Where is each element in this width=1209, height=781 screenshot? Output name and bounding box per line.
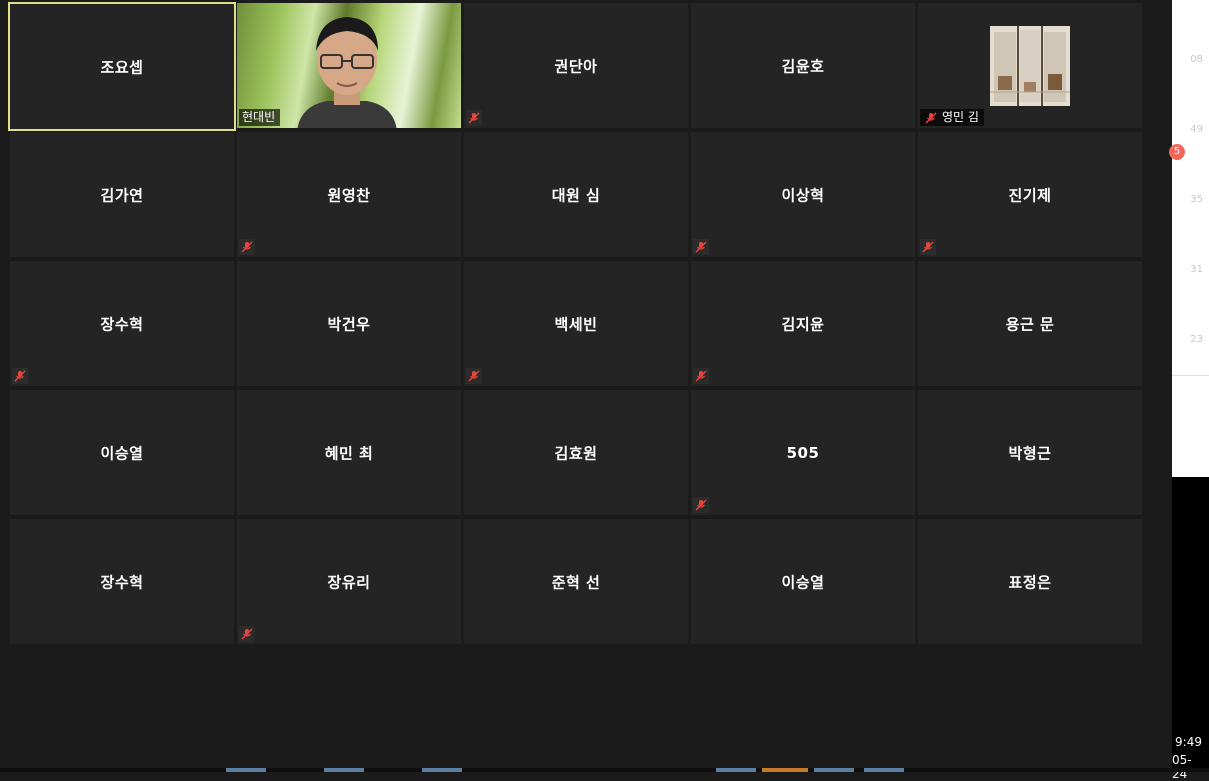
- participant-tile[interactable]: 백세빈: [464, 261, 688, 386]
- taskbar-item-active[interactable]: [762, 768, 808, 772]
- microphone-muted-icon: [12, 368, 28, 384]
- participant-name: 505: [786, 443, 820, 462]
- participant-tile[interactable]: 권단아: [464, 3, 688, 128]
- participant-tile[interactable]: 장유리: [237, 519, 461, 644]
- participant-name: 진기제: [1008, 186, 1052, 204]
- participant-tile[interactable]: 영민 김: [918, 3, 1142, 128]
- participant-tile-video[interactable]: 현대빈: [237, 3, 461, 128]
- participant-name: 영민 김: [942, 110, 979, 124]
- participant-tile[interactable]: 505: [691, 390, 915, 515]
- microphone-muted-icon: [693, 368, 709, 384]
- desktop-area: 9:49 05-24: [1172, 477, 1209, 781]
- microphone-muted-icon: [693, 497, 709, 513]
- participant-thumbnail: [990, 26, 1070, 106]
- participant-name: 장유리: [327, 573, 371, 591]
- timestamp: 08: [1190, 54, 1203, 65]
- participant-name: 준혁 선: [551, 573, 601, 591]
- participant-name: 권단아: [554, 57, 598, 75]
- participant-tile[interactable]: 장수혁: [10, 519, 234, 644]
- participant-name: 표정은: [1008, 573, 1052, 591]
- participant-name-label: 현대빈: [239, 109, 281, 126]
- participant-tile[interactable]: 원영찬: [237, 132, 461, 257]
- microphone-muted-icon: [239, 626, 255, 642]
- participant-tile[interactable]: 김지윤: [691, 261, 915, 386]
- participant-name: 원영찬: [327, 186, 371, 204]
- taskbar-item[interactable]: [814, 768, 854, 772]
- participant-name: 백세빈: [554, 315, 598, 333]
- microphone-muted-icon: [920, 239, 936, 255]
- taskbar-item[interactable]: [422, 768, 462, 772]
- participant-tile[interactable]: 용근 문: [918, 261, 1142, 386]
- taskbar-item[interactable]: [226, 768, 266, 772]
- participant-tile[interactable]: 김윤호: [691, 3, 915, 128]
- participant-name: 장수혁: [100, 315, 144, 333]
- taskbar-item[interactable]: [324, 768, 364, 772]
- participant-tile[interactable]: 박건우: [237, 261, 461, 386]
- participant-name: 용근 문: [1005, 315, 1055, 333]
- participant-name: 김윤호: [781, 57, 825, 75]
- participant-name: 대원 심: [551, 186, 601, 204]
- microphone-muted-icon: [693, 239, 709, 255]
- participant-name: 현대빈: [242, 110, 276, 124]
- participant-tile[interactable]: 김가연: [10, 132, 234, 257]
- timestamp: 23: [1190, 334, 1203, 345]
- taskbar-item[interactable]: [716, 768, 756, 772]
- participant-name: 박건우: [327, 315, 371, 333]
- participant-name: 김효원: [554, 444, 598, 462]
- background-window: 08 49 5 35 31 23: [1169, 0, 1209, 477]
- participant-name: 조요셉: [100, 58, 144, 76]
- timestamp: 31: [1190, 264, 1203, 275]
- participant-tile[interactable]: 이상혁: [691, 132, 915, 257]
- participant-name: 김가연: [100, 186, 144, 204]
- participant-tile[interactable]: 조요셉: [8, 2, 236, 131]
- participant-tile[interactable]: 준혁 선: [464, 519, 688, 644]
- taskbar: [0, 768, 1209, 772]
- participant-name: 이승열: [100, 444, 144, 462]
- participant-tile[interactable]: 이승열: [691, 519, 915, 644]
- meeting-gallery: 조요셉 현대빈 권단아 김윤호 영민 김 김가연 원영찬 대원 심 이상혁 진기…: [0, 0, 1172, 768]
- taskbar-item[interactable]: [864, 768, 904, 772]
- participant-tile[interactable]: 이승열: [10, 390, 234, 515]
- participant-tile[interactable]: 대원 심: [464, 132, 688, 257]
- microphone-muted-icon: [466, 110, 482, 126]
- participant-tile[interactable]: 진기제: [918, 132, 1142, 257]
- participant-tile[interactable]: 장수혁: [10, 261, 234, 386]
- participant-video-person: [297, 17, 397, 128]
- participant-name: 김지윤: [781, 315, 825, 333]
- participant-tile[interactable]: 김효원: [464, 390, 688, 515]
- clock-time[interactable]: 9:49: [1175, 735, 1202, 749]
- participant-tile[interactable]: 표정은: [918, 519, 1142, 644]
- clock-date[interactable]: 05-24: [1172, 753, 1202, 781]
- participant-name: 이상혁: [781, 186, 825, 204]
- participant-tile[interactable]: 박형근: [918, 390, 1142, 515]
- timestamp: 49: [1190, 124, 1203, 135]
- microphone-muted-icon: [239, 239, 255, 255]
- participant-name: 이승열: [781, 573, 825, 591]
- participant-tile[interactable]: 혜민 최: [237, 390, 461, 515]
- participant-name: 장수혁: [100, 573, 144, 591]
- microphone-muted-icon: [923, 110, 939, 126]
- unread-badge: 5: [1169, 144, 1185, 160]
- participant-name-label: 영민 김: [920, 109, 984, 126]
- microphone-muted-icon: [466, 368, 482, 384]
- timestamp: 35: [1190, 194, 1203, 205]
- participant-name: 박형근: [1008, 444, 1052, 462]
- participant-name: 혜민 최: [324, 444, 374, 462]
- divider: [1172, 375, 1209, 376]
